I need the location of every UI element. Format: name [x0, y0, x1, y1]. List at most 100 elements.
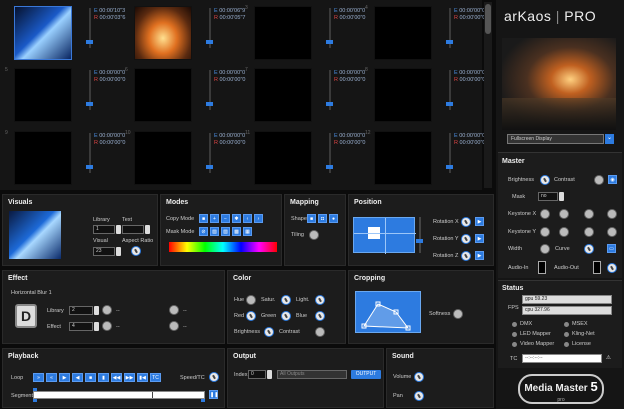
- keystone-x-knob1[interactable]: [540, 209, 550, 219]
- first-button[interactable]: ▮◀: [137, 373, 148, 382]
- softness-knob[interactable]: [453, 309, 463, 319]
- keystone-y-knob1[interactable]: [540, 227, 550, 237]
- play-button[interactable]: ▶: [59, 373, 70, 382]
- clip-opacity-knob[interactable]: [86, 165, 93, 169]
- segment-in-marker[interactable]: [33, 399, 37, 402]
- mask-mode-button[interactable]: ▨: [221, 227, 230, 236]
- master-toggle-button[interactable]: ◉: [608, 175, 617, 184]
- stop-button[interactable]: ■: [85, 373, 96, 382]
- clip-opacity-knob[interactable]: [446, 102, 453, 106]
- shape-sphere-button[interactable]: ●: [329, 214, 338, 223]
- clip-cell[interactable]: 9 E 00:00'00"0 R 00:00'00"0: [2, 127, 125, 190]
- library-field[interactable]: 1: [93, 225, 115, 234]
- volume-knob[interactable]: [414, 372, 424, 382]
- green-knob[interactable]: [281, 311, 291, 321]
- rotation-y-knob[interactable]: [461, 234, 471, 244]
- clip-opacity-knob[interactable]: [326, 165, 333, 169]
- mask-mode-button[interactable]: ▧: [210, 227, 219, 236]
- copy-mode-button[interactable]: +: [210, 214, 219, 223]
- clip-thumbnail[interactable]: [14, 6, 72, 60]
- effect-param2-knob[interactable]: [169, 305, 179, 315]
- rotation-x-play-button[interactable]: ▶: [475, 217, 484, 226]
- saturation-knob[interactable]: [281, 295, 291, 305]
- keystone-y-knob3[interactable]: [584, 227, 594, 237]
- copy-mode-button[interactable]: ■: [199, 214, 208, 223]
- clip-thumbnail[interactable]: [254, 68, 312, 122]
- rewind-button[interactable]: «: [46, 373, 57, 382]
- clip-cell[interactable]: E 00:00'06"9 R 00:00'05"7: [122, 2, 245, 65]
- display-dropdown-chevron-icon[interactable]: ⌄: [605, 134, 614, 144]
- clip-thumbnail[interactable]: [14, 68, 72, 122]
- mask-mode-button[interactable]: ▩: [232, 227, 241, 236]
- zoom-slider-knob[interactable]: [416, 239, 423, 243]
- master-contrast-knob[interactable]: [594, 175, 604, 185]
- master-brightness-knob[interactable]: [540, 175, 550, 185]
- crop-pad[interactable]: [355, 291, 421, 333]
- red-knob[interactable]: [246, 311, 256, 321]
- rotation-z-play-button[interactable]: ▶: [475, 251, 484, 260]
- clip-cell[interactable]: 6 E 00:00'00"0 R 00:00'00"0: [122, 64, 245, 127]
- index-field[interactable]: 0: [248, 370, 266, 379]
- keystone-y-knob4[interactable]: [607, 227, 617, 237]
- clip-opacity-knob[interactable]: [206, 102, 213, 106]
- clip-cell[interactable]: 4 E 00:00'00"0 R 00:00'00"0: [362, 2, 485, 65]
- shape-cube-button[interactable]: ◘: [318, 214, 327, 223]
- clip-opacity-knob[interactable]: [206, 165, 213, 169]
- keystone-x-knob2[interactable]: [559, 209, 569, 219]
- zoom-slider[interactable]: [419, 217, 421, 253]
- clip-cell[interactable]: 5 E 00:00'00"0 R 00:00'00"0: [2, 64, 125, 127]
- clip-cell[interactable]: 7 E 00:00'00"0 R 00:00'00"0: [242, 64, 365, 127]
- speed-knob[interactable]: [209, 372, 219, 382]
- segment-start-handle[interactable]: [33, 388, 37, 391]
- copy-mode-button[interactable]: −: [221, 214, 230, 223]
- copy-mode-button[interactable]: ›: [254, 214, 263, 223]
- light-knob[interactable]: [315, 295, 325, 305]
- audio-out-knob[interactable]: [607, 263, 617, 273]
- prev-button[interactable]: ◀◀: [111, 373, 122, 382]
- copy-mode-button[interactable]: ✱: [232, 214, 241, 223]
- clip-opacity-knob[interactable]: [86, 102, 93, 106]
- position-pad[interactable]: [353, 217, 416, 254]
- step-button[interactable]: ▮: [98, 373, 109, 382]
- contrast-knob[interactable]: [315, 327, 325, 337]
- effect-param1-knob[interactable]: [102, 305, 112, 315]
- copy-mode-button[interactable]: ‹: [243, 214, 252, 223]
- output-button[interactable]: OUTPUT: [351, 370, 381, 379]
- clip-cell[interactable]: 11 E 00:00'00"0 R 00:00'00"0: [242, 127, 365, 190]
- clip-cell[interactable]: 3 E 00:00'00"0 R 00:00'00"0: [242, 2, 365, 65]
- segment-out-marker[interactable]: [201, 399, 205, 402]
- outputs-field[interactable]: All Outputs: [277, 370, 347, 379]
- clip-cell[interactable]: 10 E 00:00'00"0 R 00:00'00"0: [122, 127, 245, 190]
- clip-opacity-knob[interactable]: [446, 165, 453, 169]
- blue-knob[interactable]: [315, 311, 325, 321]
- pan-knob[interactable]: [414, 391, 424, 401]
- clip-cell[interactable]: 12 E 00:00'00"0 R 00:00'00"0: [362, 127, 485, 190]
- shape-flat-button[interactable]: ■: [307, 214, 316, 223]
- next-button[interactable]: ▶▶: [124, 373, 135, 382]
- tc-button[interactable]: TC: [150, 373, 161, 382]
- index-spinner[interactable]: [267, 370, 272, 379]
- master-mask-field[interactable]: no: [538, 192, 558, 201]
- clip-opacity-knob[interactable]: [86, 40, 93, 44]
- clip-cell[interactable]: E 00:00'10"3 R 00:00'03"6: [2, 2, 125, 65]
- clip-thumbnail[interactable]: [134, 131, 192, 185]
- curve-mode-button[interactable]: ▭: [607, 244, 616, 253]
- master-mask-spinner[interactable]: [559, 192, 564, 201]
- pause-button[interactable]: ❚❚: [209, 390, 218, 399]
- clip-opacity-knob[interactable]: [446, 40, 453, 44]
- clip-opacity-knob[interactable]: [326, 40, 333, 44]
- clip-thumbnail[interactable]: [14, 131, 72, 185]
- text-field[interactable]: [122, 225, 144, 234]
- clip-cell[interactable]: 8 E 00:00'00"0 R 00:00'00"0: [362, 64, 485, 127]
- clip-thumbnail[interactable]: [374, 6, 432, 60]
- clip-thumbnail[interactable]: [374, 68, 432, 122]
- visual-spinner[interactable]: [116, 247, 121, 256]
- aspect-knob[interactable]: [131, 246, 141, 256]
- effect-effect-field[interactable]: 4: [69, 322, 93, 331]
- clip-opacity-knob[interactable]: [326, 102, 333, 106]
- tiling-knob[interactable]: [309, 230, 319, 240]
- text-spinner[interactable]: [145, 225, 150, 234]
- hue-knob[interactable]: [246, 295, 256, 305]
- clip-thumbnail[interactable]: [254, 6, 312, 60]
- effect-param4-knob[interactable]: [169, 321, 179, 331]
